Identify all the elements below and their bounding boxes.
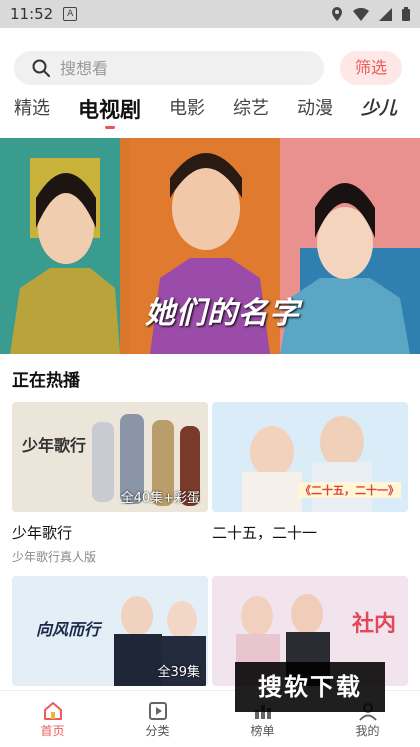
section-title: 正在热播 (12, 371, 80, 391)
signal-icon (379, 7, 392, 21)
nav-label: 分类 (145, 723, 170, 738)
hero-banner[interactable]: 她们的名字 (0, 138, 420, 354)
tab-tv-series[interactable]: 电视剧 (78, 94, 141, 134)
card-poster-title: 社内 (352, 612, 397, 637)
filter-button[interactable]: 筛选 (340, 51, 402, 85)
card-poster-title: 少年歌行 (22, 436, 87, 455)
episode-badge: 全40集+彩蛋 (120, 491, 200, 506)
category-tabs: 精选 电视剧 电影 综艺 动漫 少儿 (0, 94, 420, 134)
banner-show-title: 她们的名字 (145, 296, 300, 331)
status-time: 11:52 (10, 5, 54, 23)
nav-label: 首页 (40, 723, 65, 738)
watermark: 搜软下载 (235, 662, 385, 712)
sim-icon: A (63, 7, 78, 21)
card-title[interactable]: 二十五，二十一 (212, 522, 317, 543)
top-bar: 筛选 精选 电视剧 电影 综艺 动漫 少儿 (0, 28, 420, 138)
tab-variety[interactable]: 综艺 (233, 94, 269, 134)
tab-movies[interactable]: 电影 (169, 94, 205, 134)
card-title[interactable]: 少年歌行 (12, 522, 72, 543)
nav-label: 榜单 (250, 723, 275, 738)
location-icon (332, 7, 342, 21)
show-card[interactable]: 少年歌行 全40集+彩蛋 (12, 402, 208, 512)
status-bar: 11:52 A (0, 0, 420, 28)
episode-badge: 全39集 (157, 665, 200, 680)
card-subtitle: 少年歌行真人版 (12, 550, 97, 564)
wifi-icon (353, 7, 369, 21)
tab-kids[interactable]: 少儿 (361, 94, 397, 134)
search-icon (32, 59, 50, 77)
nav-category[interactable]: 分类 (105, 691, 210, 747)
card-poster-title: 向风而行 (36, 620, 101, 639)
tab-featured[interactable]: 精选 (14, 94, 50, 134)
battery-icon (402, 7, 410, 21)
tab-anime[interactable]: 动漫 (297, 94, 333, 134)
show-card[interactable]: 《二十五，二十一》 (212, 402, 408, 512)
card-poster-title: 《二十五，二十一》 (298, 482, 401, 498)
search-input[interactable] (58, 57, 302, 79)
nav-home[interactable]: 首页 (0, 691, 105, 747)
show-card[interactable]: 向风而行 全39集 (12, 576, 208, 686)
status-icons (331, 7, 410, 21)
category-icon (148, 701, 167, 720)
search-bar[interactable] (14, 51, 324, 85)
nav-label: 我的 (355, 723, 380, 738)
home-icon (43, 701, 62, 720)
